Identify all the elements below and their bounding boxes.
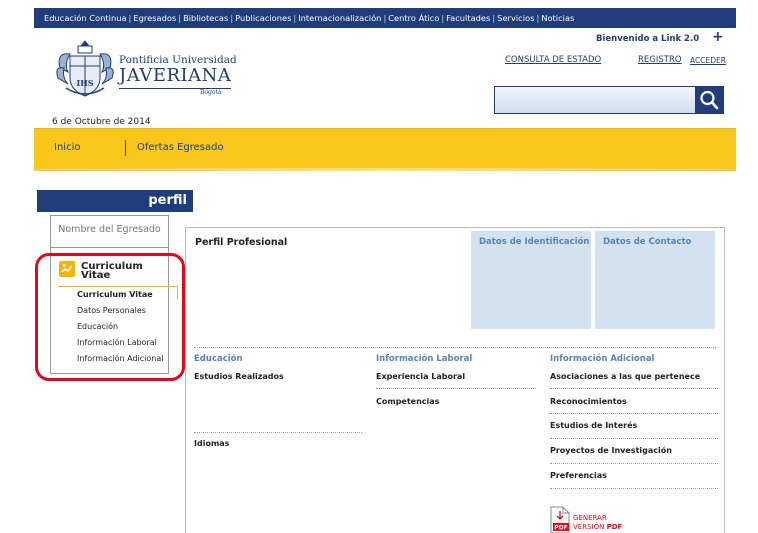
- nav-link-egresados[interactable]: Egresados: [133, 13, 176, 23]
- item-divider: [550, 463, 718, 464]
- pdf-badge-text: PDF: [554, 525, 567, 532]
- item-divider: [550, 488, 718, 489]
- datos-contacto-heading: Datos de Contacto: [603, 237, 692, 247]
- welcome-text: Bienvenido a Link 2.0: [596, 34, 700, 44]
- item-divider: [550, 438, 718, 439]
- consulta-estado-link[interactable]: CONSULTA DE ESTADO: [505, 55, 601, 65]
- current-date: 6 de Octubre de 2014: [52, 117, 151, 127]
- plus-icon[interactable]: +: [712, 29, 724, 45]
- logo-text-javeriana: JAVERIANA: [119, 65, 232, 86]
- breadcrumb-bar: Inicio Ofertas Egresado: [34, 128, 736, 171]
- nav-link-publicaciones[interactable]: Publicaciones: [235, 13, 291, 23]
- estudios-realizados-link[interactable]: Estudios Realizados: [194, 372, 284, 381]
- informacion-adicional-heading: Información Adicional: [550, 354, 655, 364]
- item-divider: [550, 388, 718, 389]
- asociaciones-link[interactable]: Asociaciones a las que pertenece: [550, 372, 700, 381]
- main-content-panel: Perfil Profesional Datos de Identificaci…: [185, 227, 725, 533]
- nav-link-facultades[interactable]: Facultades: [446, 13, 490, 23]
- seal-lettering: IHS: [76, 78, 93, 88]
- nav-link-centro-atico[interactable]: Centro Ático: [388, 13, 439, 23]
- breadcrumb-inicio[interactable]: Inicio: [54, 142, 80, 153]
- version-text: VERSIÓN: [573, 523, 605, 531]
- competencias-link[interactable]: Competencias: [376, 397, 439, 406]
- university-seal-icon: IHS: [56, 40, 114, 97]
- registro-link[interactable]: REGISTRO: [638, 55, 682, 65]
- search-icon: [700, 90, 719, 110]
- item-divider: [550, 413, 718, 414]
- datos-identificacion-heading: Datos de Identificación: [479, 237, 590, 247]
- nav-link-bibliotecas[interactable]: Bibliotecas: [183, 13, 228, 23]
- generar-pdf-button[interactable]: PDF GENERAR VERSIÓN PDF: [549, 506, 639, 533]
- perfil-heading: perfil: [37, 190, 193, 212]
- version-pdf-text: VERSIÓN PDF: [573, 523, 622, 531]
- nav-link-servicios[interactable]: Servicios: [497, 13, 534, 23]
- breadcrumb-shadow: [34, 168, 736, 171]
- graduate-name: Nombre del Egresado: [51, 216, 168, 248]
- breadcrumb-divider: [125, 140, 126, 156]
- perfil-profesional-heading: Perfil Profesional: [195, 237, 288, 248]
- red-highlight-circle: [35, 253, 185, 381]
- preferencias-link[interactable]: Preferencias: [550, 471, 607, 480]
- search-box: [494, 86, 724, 114]
- acceder-link[interactable]: ACCEDER: [690, 56, 726, 65]
- university-logo[interactable]: IHS Pontificia Universidad JAVERIANA Bog…: [52, 38, 237, 102]
- section-divider: [194, 347, 716, 348]
- pdf-text: PDF: [606, 523, 623, 531]
- datos-contacto-box[interactable]: Datos de Contacto: [595, 231, 715, 329]
- nav-link-noticias[interactable]: Noticias: [541, 13, 574, 23]
- pdf-icon: PDF: [550, 506, 570, 533]
- search-input[interactable]: [495, 87, 695, 113]
- educacion-heading: Educación: [194, 354, 243, 364]
- breadcrumb-ofertas-egresado[interactable]: Ofertas Egresado: [137, 142, 224, 153]
- idiomas-link[interactable]: Idiomas: [194, 439, 229, 448]
- datos-identificacion-box[interactable]: Datos de Identificación: [471, 231, 591, 329]
- top-navigation-bar: Educación Continua | Egresados | Bibliotecas…: [34, 8, 736, 28]
- reconocimientos-link[interactable]: Reconocimientos: [550, 397, 627, 406]
- item-divider: [376, 388, 536, 389]
- item-divider: [194, 432, 362, 433]
- generar-text: GENERAR: [573, 514, 607, 522]
- nav-link-educacion-continua[interactable]: Educación Continua: [44, 13, 127, 23]
- experiencia-laboral-link[interactable]: Experiencia Laboral: [376, 372, 465, 381]
- logo-text-bogota: Bogotá: [200, 89, 222, 96]
- search-button[interactable]: [695, 87, 723, 113]
- informacion-laboral-heading: Información Laboral: [376, 354, 473, 364]
- proyectos-investigacion-link[interactable]: Proyectos de Investigación: [550, 446, 672, 455]
- nav-link-internacionalizacion[interactable]: Internacionalización: [298, 13, 381, 23]
- estudios-interes-link[interactable]: Estudios de Interés: [550, 421, 637, 430]
